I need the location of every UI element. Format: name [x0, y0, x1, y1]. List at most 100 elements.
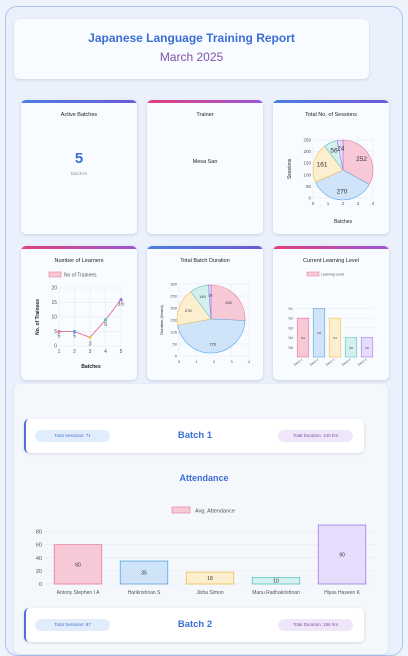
x-tick-label: Batch 5: [357, 357, 368, 366]
y-tick-label: 300: [170, 282, 177, 287]
slice-value-label: 252: [356, 156, 367, 163]
active-batches-card: Active Batches 5 Batches: [21, 100, 137, 234]
level-card: Current Learning Level Learning Level N5 N…: [273, 246, 389, 380]
x-tick-label: Antony Stephen I A: [57, 590, 100, 596]
data-point: [88, 335, 92, 339]
pie-slice: [177, 318, 246, 354]
level-bar-chart: Learning Level N5 N4 N3 N2 N1 N4 Batch 1 N3 Batch…: [289, 271, 375, 367]
y-tick-label: 200: [303, 149, 311, 154]
card-accent-bar: [273, 100, 389, 103]
slice-value-label: 278: [185, 308, 192, 313]
y-tick-label: 15: [51, 300, 57, 306]
data-label: 18: [207, 576, 213, 582]
learners-line-chart: No of Trainees051015201 2 3 4 55 53916Batches…: [35, 271, 124, 370]
trainer-name: Mesa San: [192, 159, 218, 165]
batch-2-bar[interactable]: Total Sessions: 87 Batch 2 Total Duratio…: [24, 608, 364, 642]
y-axis-label: Sessions: [287, 158, 293, 179]
slice-value-label: 161: [317, 162, 328, 169]
x-axis-label: Batches: [81, 364, 101, 370]
x-tick-label: 1: [327, 201, 330, 206]
y-tick-label: N2: [289, 317, 294, 321]
trainer-card: Trainer Mesa San: [147, 100, 263, 234]
x-tick-label: Jisha Simon: [196, 590, 223, 596]
x-tick-label: Harikrishnan S: [128, 590, 161, 596]
y-tick-label: 20: [51, 286, 57, 292]
y-tick-label: N5: [289, 346, 294, 350]
slice-value-label: 402: [225, 300, 232, 305]
y-tick-label: N4: [289, 336, 294, 340]
y-tick-label: 150: [303, 161, 311, 166]
x-tick-label: Batch 1: [293, 357, 304, 366]
x-tick-label: Batch 4: [341, 357, 352, 366]
batch-1-bar[interactable]: Total Sessions: 71 Batch 1 Total Duratio…: [24, 419, 364, 453]
x-tick-label: Manu Radhakrishnan: [252, 590, 300, 596]
data-label: 35: [141, 571, 147, 577]
x-tick-label: 5: [120, 349, 123, 355]
card-title: Active Batches: [60, 112, 98, 118]
y-tick-label: 50: [173, 342, 178, 347]
legend-label: Learning Level: [321, 273, 344, 277]
x-tick-label: 0: [312, 201, 315, 206]
x-tick-label: Batch 2: [309, 357, 320, 366]
x-tick-label: 2: [213, 359, 216, 364]
y-tick-label: 60: [36, 543, 42, 549]
data-label: 9: [104, 322, 107, 328]
card-accent-bar: [21, 100, 137, 103]
y-tick-label: 100: [303, 172, 311, 177]
report-subtitle: March 2025: [159, 50, 224, 64]
x-tick-label: 3: [89, 349, 92, 355]
y-tick-label: 50: [306, 184, 312, 189]
x-tick-label: Hiyas Haseen K: [324, 590, 361, 596]
x-tick-label: 4: [104, 349, 107, 355]
x-tick-label: 4: [372, 201, 375, 206]
y-tick-label: 0: [175, 354, 178, 359]
y-tick-label: 20: [36, 569, 42, 575]
legend-swatch: [306, 271, 320, 277]
y-tick-label: 200: [170, 306, 177, 311]
legend-label: No of Trainees: [64, 273, 97, 279]
report-title: Japanese Language Training Report: [88, 31, 295, 45]
y-tick-label: 80: [36, 530, 42, 536]
card-accent-bar: [273, 246, 389, 249]
data-label: N4: [333, 336, 337, 340]
sessions-card: Total No. of Sessions 0 50 100 150 200 250 0 1 2…: [273, 100, 389, 234]
x-tick-label: 1: [58, 349, 61, 355]
slice-value-label: 726: [209, 341, 216, 346]
x-axis-label: Batches: [334, 219, 353, 225]
slice-value-label: 140: [199, 294, 206, 299]
batch-duration-pill: Total Duration: 186 hrs: [278, 619, 353, 631]
card-accent-bar: [147, 246, 263, 249]
active-batches-value: 5: [74, 150, 84, 167]
y-axis-label: No. of Trainees: [35, 299, 41, 335]
legend-swatch: [171, 506, 191, 514]
y-tick-label: 10: [51, 315, 57, 321]
x-tick-label: 3: [357, 201, 360, 206]
card-title: Trainer: [196, 112, 214, 118]
data-label: 10: [273, 579, 279, 585]
legend-label: Avg. Attendance: [195, 509, 235, 515]
slice-value-label: 24: [337, 146, 345, 153]
data-label: N5: [365, 346, 369, 350]
data-label: 3: [88, 341, 91, 347]
y-tick-label: N1: [289, 307, 294, 311]
report-header: Japanese Language Training Report March …: [14, 19, 369, 79]
data-label: 16: [118, 302, 124, 308]
x-tick-label: 2: [73, 349, 76, 355]
y-tick-label: 250: [170, 294, 177, 299]
duration-pie-chart: 0 50 100 150 200 250 300 0 1 2 3 4 402 726 278 140 18 Dur…: [159, 282, 251, 365]
x-tick-label: 1: [195, 359, 198, 364]
y-axis-label: Duration (Hours): [159, 305, 164, 335]
y-tick-label: 0: [308, 196, 311, 201]
learners-card: Number of Learners No of Trainees 0 5 10 15 2…: [21, 246, 137, 380]
y-tick-label: 100: [170, 330, 177, 335]
x-tick-label: 4: [248, 359, 251, 364]
data-label: 60: [75, 562, 81, 568]
y-tick-label: 40: [36, 556, 42, 562]
legend-swatch: [48, 271, 62, 278]
attendance-title: Attendance: [179, 473, 229, 483]
sessions-pie-chart: 0501001502002500 1 2 3 425227016156 24Batches…: [287, 138, 375, 226]
card-accent-bar: [21, 246, 137, 249]
x-tick-label: 2: [342, 201, 345, 206]
y-tick-label: N3: [289, 326, 294, 330]
duration-card: Total Batch Duration 0 50 100 150 200 250 300 0…: [147, 246, 263, 380]
